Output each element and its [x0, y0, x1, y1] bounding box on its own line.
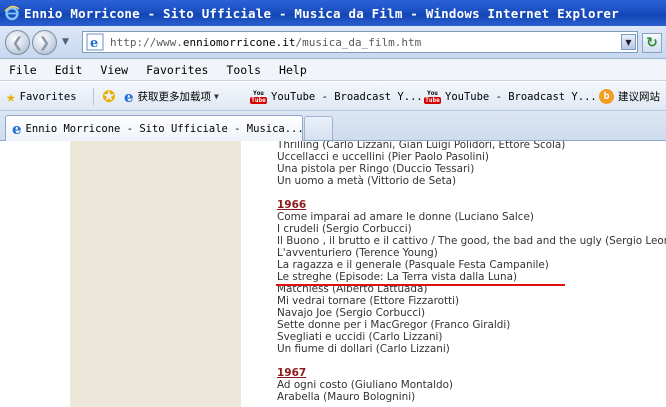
menu-view[interactable]: View: [91, 63, 137, 77]
film-title: I crudeli (Sergio Corbucci): [277, 223, 412, 235]
toolbar-separator: [93, 88, 94, 105]
page-margin: [0, 141, 70, 407]
ie-icon: e: [12, 119, 22, 138]
film-title: Un fiume di dollari (Carlo Lizzani): [277, 343, 450, 355]
youtube-icon: You Tube: [424, 89, 441, 104]
star-plus-icon: ✪: [102, 86, 116, 106]
film-title: Uccellacci e uccellini (Pier Paolo Pasol…: [277, 151, 489, 163]
film-title: Svegliati e uccidi (Carlo Lizzani): [277, 331, 443, 343]
refresh-button[interactable]: ↻: [642, 33, 662, 53]
youtube-icon: You Tube: [250, 89, 267, 104]
favorite-link-addons[interactable]: e 获取更多加载项 ▼: [124, 87, 219, 106]
menu-edit[interactable]: Edit: [46, 63, 92, 77]
film-title: Thrilling (Carlo Lizzani, Gian Luigi Pol…: [277, 141, 566, 151]
film-title: Sette donne per i MacGregor (Franco Gira…: [277, 319, 511, 331]
navigation-toolbar: ❮ ❯ ▼ e http://www.enniomorricone.it/mus…: [0, 26, 666, 59]
add-to-favorites-bar-button[interactable]: ✪: [99, 86, 119, 106]
favorites-bar: ★ Favorites ✪ e 获取更多加载项 ▼ You Tube YouTub…: [0, 82, 666, 111]
internet-explorer-icon: [4, 5, 20, 21]
tab-bar: e Ennio Morricone - Sito Ufficiale - Mus…: [0, 111, 666, 141]
forward-button[interactable]: ❯: [32, 30, 57, 55]
star-icon: ★: [6, 87, 16, 106]
menu-bar: File Edit View Favorites Tools Help: [0, 59, 666, 81]
recent-pages-dropdown-icon[interactable]: ▼: [62, 37, 69, 47]
favorite-link-youtube-2[interactable]: You Tube YouTube - Broadcast Y...: [424, 87, 597, 106]
film-title: Ad ogni costo (Giuliano Montaldo): [277, 379, 453, 391]
favorite-link-suggested-sites[interactable]: b 建议网站: [599, 87, 660, 106]
svg-text:e: e: [90, 36, 98, 51]
menu-file[interactable]: File: [0, 63, 46, 77]
film-title: La ragazza e il generale (Pasquale Festa…: [277, 259, 549, 271]
menu-favorites[interactable]: Favorites: [137, 63, 217, 77]
favorites-button[interactable]: ★ Favorites: [6, 87, 77, 106]
ie-icon: e: [124, 87, 134, 106]
favorite-link-youtube-1[interactable]: You Tube YouTube - Broadcast Y...: [250, 87, 423, 106]
page-ie-icon: e: [86, 33, 104, 51]
menu-help[interactable]: Help: [270, 63, 316, 77]
menu-tools[interactable]: Tools: [217, 63, 270, 77]
sidebar-panel: [70, 141, 241, 407]
year-heading-1967[interactable]: 1967: [277, 367, 666, 379]
film-title: L'avventuriero (Terence Young): [277, 247, 438, 259]
film-title: Navajo Joe (Sergio Corbucci): [277, 307, 426, 319]
window-title: Ennio Morricone - Sito Ufficiale - Music…: [24, 5, 619, 21]
chevron-down-icon: ▼: [625, 37, 632, 47]
chevron-down-icon: ▼: [214, 92, 219, 101]
address-bar[interactable]: e http://www.enniomorricone.it/musica_da…: [82, 31, 638, 53]
year-heading-1966[interactable]: 1966: [277, 199, 666, 211]
title-bar: Ennio Morricone - Sito Ufficiale - Music…: [0, 0, 666, 26]
film-title: Un uomo a metà (Vittorio de Seta): [277, 175, 457, 187]
new-tab-button[interactable]: [304, 116, 333, 140]
film-title: Come imparai ad amare le donne (Luciano …: [277, 211, 534, 223]
tab-morricone[interactable]: e Ennio Morricone - Sito Ufficiale - Mus…: [5, 115, 304, 141]
baidu-icon: b: [599, 89, 614, 104]
refresh-icon: ↻: [646, 35, 658, 51]
url-text[interactable]: http://www.enniomorricone.it/musica_da_f…: [110, 36, 421, 49]
film-title: Mi vedrai tornare (Ettore Fizzarotti): [277, 295, 460, 307]
forward-arrow-icon: ❯: [38, 34, 51, 51]
film-title-highlighted: Le streghe (Episode: La Terra vista dall…: [277, 271, 518, 283]
film-title: Arabella (Mauro Bolognini): [277, 391, 416, 403]
address-dropdown-button[interactable]: ▼: [621, 34, 636, 50]
film-title: Il Buono , il brutto e il cattivo / The …: [277, 235, 666, 247]
web-page-content: Thrilling (Carlo Lizzani, Gian Luigi Pol…: [0, 141, 666, 407]
highlight-underline: [276, 284, 565, 286]
back-arrow-icon: ❮: [11, 34, 24, 51]
film-title: Una pistola per Ringo (Duccio Tessari): [277, 163, 475, 175]
back-button[interactable]: ❮: [5, 30, 30, 55]
filmography-list: Thrilling (Carlo Lizzani, Gian Luigi Pol…: [277, 141, 666, 403]
